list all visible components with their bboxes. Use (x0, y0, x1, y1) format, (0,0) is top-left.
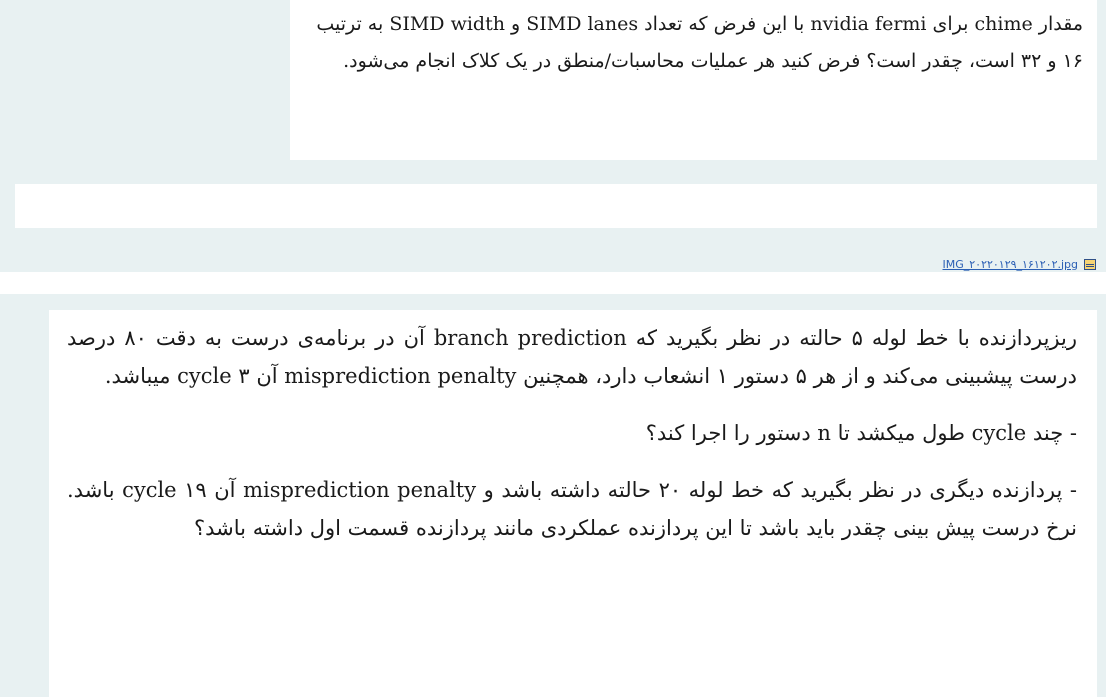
question-paragraph-1: ریزپردازنده با خط لوله ۵ حالته در نظر بگ… (67, 326, 1078, 388)
question-paragraph-2: - چند cycle طول میکشد تا n دستور را اجرا… (645, 421, 1077, 445)
attachment-row: IMG_۲۰۲۲۰۱۲۹_۱۶۱۲۰۲.jpg (943, 256, 1096, 272)
question-content-1: مقدار chime برای nvidia fermi با این فرض… (290, 0, 1097, 160)
forum-post-2: ریزپردازنده با خط لوله ۵ حالته در نظر بگ… (0, 294, 1106, 697)
empty-content-strip (15, 184, 1097, 228)
question-text-2: ریزپردازنده با خط لوله ۵ حالته در نظر بگ… (49, 310, 1097, 547)
question-content-2: ریزپردازنده با خط لوله ۵ حالته در نظر بگ… (49, 310, 1097, 697)
attachment-link[interactable]: IMG_۲۰۲۲۰۱۲۹_۱۶۱۲۰۲.jpg (943, 258, 1079, 271)
question-paragraph-3: - پردازنده دیگری در نظر بگیرید که خط لول… (67, 478, 1077, 540)
post-separator (0, 272, 1106, 294)
image-file-icon (1084, 258, 1096, 270)
question-text-1: مقدار chime برای nvidia fermi با این فرض… (316, 13, 1083, 72)
forum-post-1: مقدار chime برای nvidia fermi با این فرض… (0, 0, 1106, 272)
